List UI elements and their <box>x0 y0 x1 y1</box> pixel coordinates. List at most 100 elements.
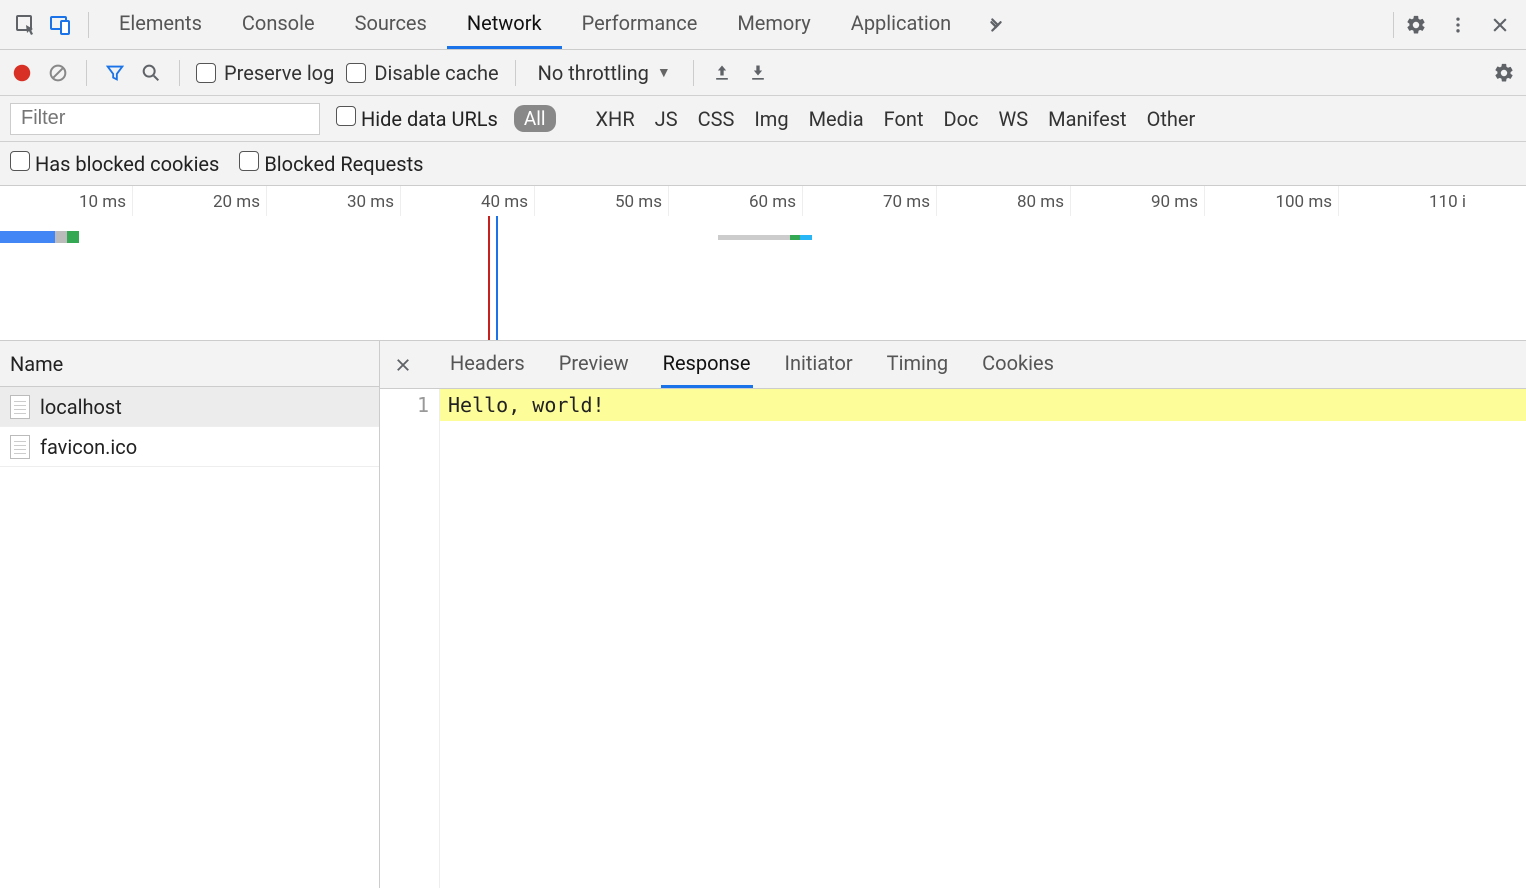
devtools-tabbar: Elements Console Sources Network Perform… <box>0 0 1526 50</box>
filter-all[interactable]: All <box>514 105 556 132</box>
tab-performance[interactable]: Performance <box>562 0 718 49</box>
request-bar <box>800 235 812 240</box>
filter-media[interactable]: Media <box>809 107 864 131</box>
checkbox-icon <box>346 63 366 83</box>
close-icon[interactable] <box>1488 13 1512 37</box>
request-bar <box>718 235 790 240</box>
divider <box>515 60 516 86</box>
request-row[interactable]: localhost <box>0 387 379 427</box>
request-bar <box>790 235 800 240</box>
divider <box>1393 12 1394 38</box>
export-har-icon[interactable] <box>746 61 770 85</box>
filter-icon[interactable] <box>103 61 127 85</box>
filter-input[interactable] <box>10 103 320 135</box>
request-name: favicon.ico <box>40 435 137 459</box>
document-icon <box>10 435 30 459</box>
tab-network[interactable]: Network <box>447 0 562 49</box>
request-list: Name localhost favicon.ico <box>0 341 380 888</box>
detail-tab-headers[interactable]: Headers <box>448 341 527 388</box>
checkbox-icon <box>336 106 356 126</box>
checkbox-icon <box>239 151 259 171</box>
tab-elements[interactable]: Elements <box>99 0 222 49</box>
more-tabs-icon[interactable] <box>971 0 1021 49</box>
detail-tab-preview[interactable]: Preview <box>557 341 631 388</box>
filter-doc[interactable]: Doc <box>944 107 979 131</box>
request-bar <box>0 231 55 243</box>
network-toolbar: Preserve log Disable cache No throttling… <box>0 50 1526 96</box>
hide-data-urls-label: Hide data URLs <box>361 107 498 131</box>
domcontentloaded-marker <box>488 216 490 340</box>
checkbox-icon <box>196 63 216 83</box>
tab-memory[interactable]: Memory <box>717 0 830 49</box>
filter-ws[interactable]: WS <box>999 107 1029 131</box>
chevron-down-icon: ▼ <box>657 64 671 81</box>
detail-tabs: Headers Preview Response Initiator Timin… <box>380 341 1526 389</box>
tick-label: 50 ms <box>615 192 668 212</box>
hide-data-urls-checkbox[interactable]: Hide data URLs <box>336 106 498 131</box>
resource-type-filter: All XHR JS CSS Img Media Font Doc WS Man… <box>514 105 1195 132</box>
search-icon[interactable] <box>139 61 163 85</box>
network-settings-icon[interactable] <box>1492 61 1516 85</box>
throttling-value: No throttling <box>538 61 649 85</box>
request-detail: Headers Preview Response Initiator Timin… <box>380 341 1526 888</box>
filter-img[interactable]: Img <box>754 107 788 131</box>
divider <box>693 60 694 86</box>
tick-label: 80 ms <box>1017 192 1070 212</box>
network-split: Name localhost favicon.ico Headers Previ… <box>0 341 1526 888</box>
filter-js[interactable]: JS <box>655 107 678 131</box>
line-gutter: 1 <box>380 389 440 888</box>
import-har-icon[interactable] <box>710 61 734 85</box>
throttling-dropdown[interactable]: No throttling ▼ <box>532 61 677 85</box>
filter-css[interactable]: CSS <box>698 107 735 131</box>
tick-label: 40 ms <box>481 192 534 212</box>
checkbox-icon <box>10 151 30 171</box>
inspect-icon[interactable] <box>14 13 38 37</box>
tick-label: 20 ms <box>213 192 266 212</box>
main-tabs: Elements Console Sources Network Perform… <box>99 0 1021 49</box>
divider <box>88 12 89 38</box>
kebab-menu-icon[interactable] <box>1446 13 1470 37</box>
tick-label: 100 ms <box>1275 192 1338 212</box>
tick-label: 10 ms <box>79 192 132 212</box>
detail-tab-timing[interactable]: Timing <box>885 341 950 388</box>
request-name: localhost <box>40 395 122 419</box>
close-detail-icon[interactable] <box>394 356 418 374</box>
detail-tab-initiator[interactable]: Initiator <box>783 341 855 388</box>
response-body: 1 Hello, world! <box>380 389 1526 888</box>
response-code[interactable]: Hello, world! <box>440 389 1526 888</box>
code-line: Hello, world! <box>440 389 1526 421</box>
tick-label: 60 ms <box>749 192 802 212</box>
settings-icon[interactable] <box>1404 13 1428 37</box>
tick-label: 110 i <box>1429 192 1472 212</box>
tick-label: 90 ms <box>1151 192 1204 212</box>
filter-bar: Hide data URLs All XHR JS CSS Img Media … <box>0 96 1526 142</box>
tick-label: 30 ms <box>347 192 400 212</box>
filter-font[interactable]: Font <box>884 107 924 131</box>
filter-manifest[interactable]: Manifest <box>1048 107 1126 131</box>
preserve-log-label: Preserve log <box>224 61 334 85</box>
detail-tab-cookies[interactable]: Cookies <box>980 341 1056 388</box>
disable-cache-checkbox[interactable]: Disable cache <box>346 61 498 85</box>
divider <box>179 60 180 86</box>
blocked-requests-checkbox[interactable]: Blocked Requests <box>239 151 423 176</box>
filter-other[interactable]: Other <box>1147 107 1196 131</box>
request-bar <box>67 231 79 243</box>
tab-console[interactable]: Console <box>222 0 335 49</box>
filter-xhr[interactable]: XHR <box>596 107 635 131</box>
document-icon <box>10 395 30 419</box>
clear-icon[interactable] <box>46 61 70 85</box>
record-icon[interactable] <box>10 61 34 85</box>
has-blocked-cookies-checkbox[interactable]: Has blocked cookies <box>10 151 219 176</box>
request-row[interactable]: favicon.ico <box>0 427 379 467</box>
tab-application[interactable]: Application <box>831 0 971 49</box>
tab-sources[interactable]: Sources <box>335 0 447 49</box>
filter-bar-2: Has blocked cookies Blocked Requests <box>0 142 1526 186</box>
preserve-log-checkbox[interactable]: Preserve log <box>196 61 334 85</box>
disable-cache-label: Disable cache <box>374 61 498 85</box>
network-timeline[interactable]: 10 ms 20 ms 30 ms 40 ms 50 ms 60 ms 70 m… <box>0 186 1526 341</box>
device-toggle-icon[interactable] <box>48 13 72 37</box>
detail-tab-response[interactable]: Response <box>661 341 753 388</box>
load-marker <box>496 216 498 340</box>
request-list-header[interactable]: Name <box>0 341 379 387</box>
request-bar <box>55 231 67 243</box>
